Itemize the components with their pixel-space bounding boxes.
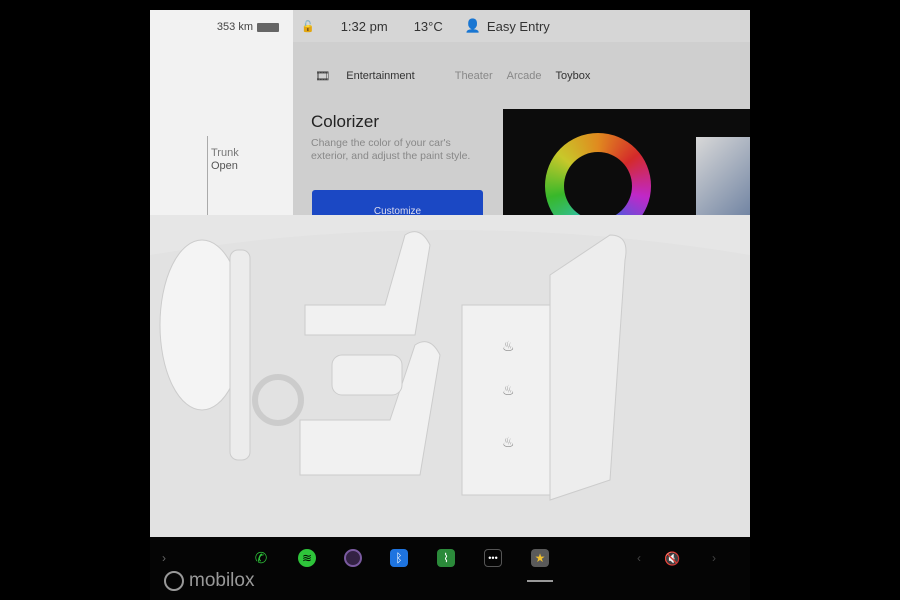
car-status-panel: 353 km Trunk Open: [150, 10, 293, 216]
entertainment-panel: 🎞 Entertainment Theater Arcade Toybox Co…: [293, 42, 750, 239]
bluetooth-icon[interactable]: ᛒ: [390, 549, 408, 567]
dock: › ✆ ≋ ᛒ ⌇ ••• ★ ‹ 🔇 › mobilox: [150, 537, 750, 600]
car-interior-illustration: ♨ ♨ ♨: [150, 230, 750, 537]
profile-icon[interactable]: 👤: [465, 18, 481, 34]
clock: 1:32 pm: [340, 18, 388, 34]
battery-icon: [257, 22, 279, 32]
spotify-icon[interactable]: ≋: [298, 549, 316, 567]
trunk-divider: [207, 136, 208, 216]
toybox-icon[interactable]: ★: [531, 549, 549, 567]
active-app-indicator: [527, 580, 553, 582]
stocks-icon[interactable]: ⌇: [437, 549, 455, 567]
section-title: Entertainment: [346, 70, 415, 82]
trunk-state: Open: [211, 160, 238, 172]
rear-seat: [461, 304, 553, 496]
more-icon[interactable]: •••: [484, 549, 502, 567]
card-description: Change the color of your car's exterior,…: [311, 137, 471, 162]
tesla-screen: 353 km Trunk Open 🔓 1:32 pm 13°C 👤 Easy E…: [150, 10, 750, 537]
entertainment-tabs: 🎞 Entertainment Theater Arcade Toybox: [315, 69, 590, 83]
watermark-text: mobilox: [189, 570, 255, 591]
seat-heater-icon[interactable]: ♨: [502, 434, 515, 450]
tab-toybox[interactable]: Toybox: [556, 70, 591, 82]
driver-profile[interactable]: Easy Entry: [487, 19, 550, 34]
camera-icon[interactable]: [344, 549, 362, 567]
range-indicator: 353 km: [217, 21, 279, 33]
phone-icon[interactable]: ✆: [252, 549, 270, 567]
center-console: [331, 354, 403, 396]
trunk-button[interactable]: Trunk Open: [211, 147, 239, 173]
seat-heater-icon[interactable]: ♨: [502, 338, 515, 354]
volume-muted-icon[interactable]: 🔇: [664, 551, 680, 567]
mobilox-logo-icon: [164, 571, 184, 591]
chevron-left-icon[interactable]: ‹: [637, 551, 641, 565]
chevron-right-icon[interactable]: ›: [712, 551, 716, 565]
car-interior-view: ♨ ♨ ♨: [150, 215, 750, 537]
seat-heater-icon[interactable]: ♨: [502, 382, 515, 398]
tab-theater[interactable]: Theater: [455, 70, 493, 82]
colorizer-preview: [503, 109, 750, 239]
lock-icon[interactable]: 🔓: [301, 20, 315, 33]
color-swatch[interactable]: [696, 137, 750, 217]
trunk-label: Trunk: [211, 147, 239, 159]
tab-arcade[interactable]: Arcade: [507, 70, 542, 82]
range-text: 353 km: [216, 21, 253, 33]
status-bar: 🔓 1:32 pm 13°C 👤 Easy Entry: [293, 10, 750, 42]
card-title: Colorizer: [311, 112, 380, 131]
mobilox-watermark: mobilox: [164, 570, 254, 592]
film-icon: 🎞: [315, 69, 331, 83]
temperature: 13°C: [413, 18, 443, 34]
chevron-right-icon[interactable]: ›: [162, 551, 166, 565]
